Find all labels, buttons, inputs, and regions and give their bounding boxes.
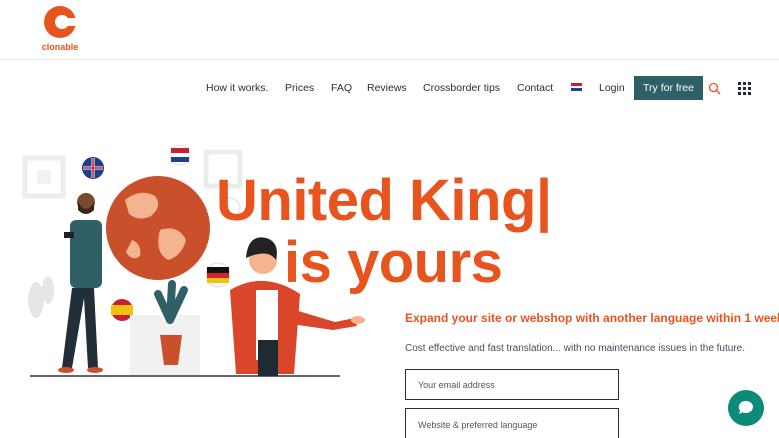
nav-how-it-works[interactable]: How it works.	[206, 82, 268, 94]
nav-reviews[interactable]: Reviews	[367, 82, 407, 94]
nav-login[interactable]: Login	[599, 82, 625, 94]
email-field[interactable]	[405, 369, 619, 400]
hero-headline-line2: is yours	[284, 230, 503, 295]
netherlands-flag-icon[interactable]	[571, 83, 582, 91]
nav-faq[interactable]: FAQ	[331, 82, 352, 94]
chat-bubble-icon	[738, 400, 753, 414]
logo-text: clonable	[41, 42, 79, 52]
try-for-free-button[interactable]: Try for free	[634, 76, 703, 100]
top-bar: clonable	[0, 0, 779, 60]
nav-contact[interactable]: Contact	[517, 82, 553, 94]
chat-button[interactable]	[728, 390, 764, 426]
hero-description: Cost effective and fast translation... w…	[405, 343, 746, 354]
nav-crossborder-tips[interactable]: Crossborder tips	[423, 82, 500, 94]
apps-grid-icon[interactable]	[738, 82, 751, 95]
search-icon[interactable]	[708, 82, 721, 95]
hero-subheading: Expand your site or webshop with another…	[405, 311, 779, 325]
nav-prices[interactable]: Prices	[285, 82, 314, 94]
website-language-field[interactable]	[405, 408, 619, 438]
logo-c-icon	[44, 6, 77, 38]
clonable-logo[interactable]: clonable	[40, 4, 80, 56]
hero-headline-line1: United King|	[216, 168, 552, 233]
